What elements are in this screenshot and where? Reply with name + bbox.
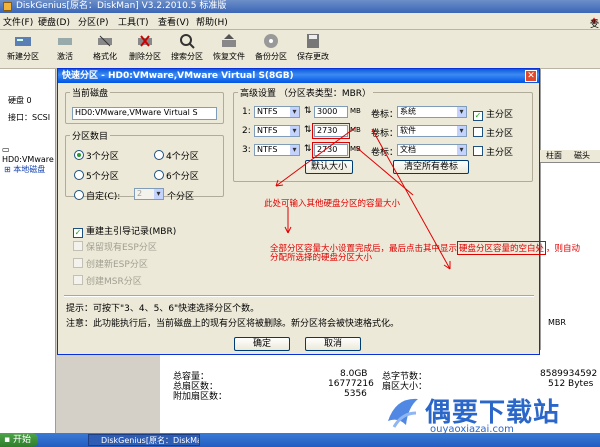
start-label: 开始 bbox=[12, 435, 31, 445]
toolbar: 新建分区 激活 格式化 删除分区 搜索分区 恢复文件 备份分区 保存更改 bbox=[0, 30, 600, 69]
recover-files-button[interactable]: 恢复文件 bbox=[213, 31, 245, 67]
activate-button[interactable]: 激活 bbox=[50, 31, 80, 67]
port-label: 接口：SCSI bbox=[8, 113, 51, 122]
site-watermark-url: ouyaoxiazai.com bbox=[430, 424, 514, 435]
tree-item-label: 本地磁盘 bbox=[13, 165, 46, 174]
menu-view[interactable]: 查看(V) bbox=[158, 15, 189, 28]
quick-partition-dialog: 快速分区 - HD0:VMware,VMware Virtual S(8GB) … bbox=[57, 68, 580, 355]
annotation-auto-fill-hint-line2: 分配所选择的硬盘分区大小 bbox=[270, 253, 373, 263]
disk-label: 硬盘 0 bbox=[8, 96, 32, 105]
menu-tools[interactable]: 工具(T) bbox=[118, 15, 149, 28]
activate-icon bbox=[58, 38, 72, 45]
new-partition-button[interactable]: 新建分区 bbox=[7, 31, 39, 67]
windows-flag-icon: ▪ bbox=[4, 435, 11, 445]
window-title-bar: DiskGenius[原名：DiskMan] V3.2.2010.5 标准版 bbox=[0, 0, 600, 13]
annotation-size-input-hint: 此处可输入其他硬盘分区的容量大小 bbox=[264, 199, 401, 209]
toolbar-label: 格式化 bbox=[93, 52, 117, 61]
toolbar-label: 激活 bbox=[57, 52, 73, 61]
toolbar-label: 新建分区 bbox=[7, 52, 39, 61]
disk-icon: ▭ bbox=[2, 145, 10, 154]
column-header[interactable]: 柱面 bbox=[546, 150, 562, 162]
delete-partition-icon bbox=[138, 35, 152, 47]
ok-button[interactable]: 确定 bbox=[234, 337, 290, 351]
app-logo-icon bbox=[3, 2, 12, 11]
format-icon bbox=[98, 35, 112, 47]
divider bbox=[64, 295, 534, 297]
recover-files-icon bbox=[222, 34, 236, 47]
start-button[interactable]: ▪ 开始 bbox=[0, 433, 38, 447]
disk-tree: ▭ HD0:VMware ⊞ 本地磁盘 bbox=[0, 145, 55, 175]
expand-icon: ⊞ bbox=[4, 165, 11, 174]
info-label: 附加扇区数： bbox=[173, 392, 228, 402]
annotation-text: ，则自动 bbox=[546, 244, 581, 254]
menu-help[interactable]: 帮助(H) bbox=[196, 15, 228, 28]
tree-item-local-disk[interactable]: ⊞ 本地磁盘 bbox=[0, 165, 55, 175]
tree-item-label: HD0:VMware bbox=[2, 155, 54, 164]
site-watermark-icon bbox=[388, 398, 418, 428]
column-header[interactable]: 磁头 bbox=[574, 150, 590, 162]
info-value: 8.0GB bbox=[340, 369, 368, 379]
toolbar-label: 备份分区 bbox=[255, 52, 287, 61]
search-partition-icon bbox=[180, 34, 195, 49]
info-value: 512 Bytes bbox=[548, 379, 594, 389]
tree-item-disk[interactable]: ▭ HD0:VMware bbox=[0, 145, 55, 165]
menu-file[interactable]: 文件(F) bbox=[3, 15, 33, 28]
cancel-button[interactable]: 取消 bbox=[305, 337, 361, 351]
format-button[interactable]: 格式化 bbox=[90, 31, 120, 67]
annotation-boxed-text: 硬盘分区容量的空白处 bbox=[457, 241, 547, 255]
backup-partition-icon bbox=[264, 34, 278, 48]
info-value: 16777216 bbox=[328, 379, 374, 389]
save-changes-icon bbox=[307, 34, 319, 48]
disk-info: 硬盘 0 接口：SCSI bbox=[0, 92, 55, 126]
window-title: DiskGenius[原名：DiskMan] V3.2.2010.5 标准版 bbox=[16, 1, 227, 11]
save-changes-button[interactable]: 保存更改 bbox=[297, 31, 329, 67]
backup-partition-button[interactable]: 备份分区 bbox=[255, 31, 287, 67]
toolbar-label: 删除分区 bbox=[129, 52, 161, 61]
menu-partition[interactable]: 分区(P) bbox=[78, 15, 108, 28]
menu-bar: 文件(F) 硬盘(D) 分区(P) 工具(T) 查看(V) 帮助(H) ♦ 受助 bbox=[0, 13, 600, 43]
info-value: 8589934592 bbox=[540, 369, 598, 379]
search-partition-button[interactable]: 搜索分区 bbox=[171, 31, 203, 67]
column-headers: 柱面 磁头 bbox=[540, 150, 600, 163]
menu-disk[interactable]: 硬盘(D) bbox=[38, 15, 70, 28]
new-partition-icon bbox=[15, 37, 31, 46]
note-text: 注意：此功能执行后，当前磁盘上的现有分区将被删除。新分区将会被快速格式化。 bbox=[66, 319, 400, 329]
toolbar-label: 保存更改 bbox=[297, 52, 329, 61]
toolbar-label: 搜索分区 bbox=[171, 52, 203, 61]
mbr-label: MBR bbox=[548, 318, 566, 327]
taskbar-item-diskgenius[interactable]: DiskGenius[原名：DiskMan... bbox=[88, 434, 200, 446]
toolbar-label: 恢复文件 bbox=[213, 52, 245, 61]
hint-text: 提示：可按下"3、4、5、6"快速选择分区个数。 bbox=[66, 304, 260, 314]
info-value: 5356 bbox=[344, 389, 367, 399]
delete-partition-button[interactable]: 删除分区 bbox=[129, 31, 161, 67]
